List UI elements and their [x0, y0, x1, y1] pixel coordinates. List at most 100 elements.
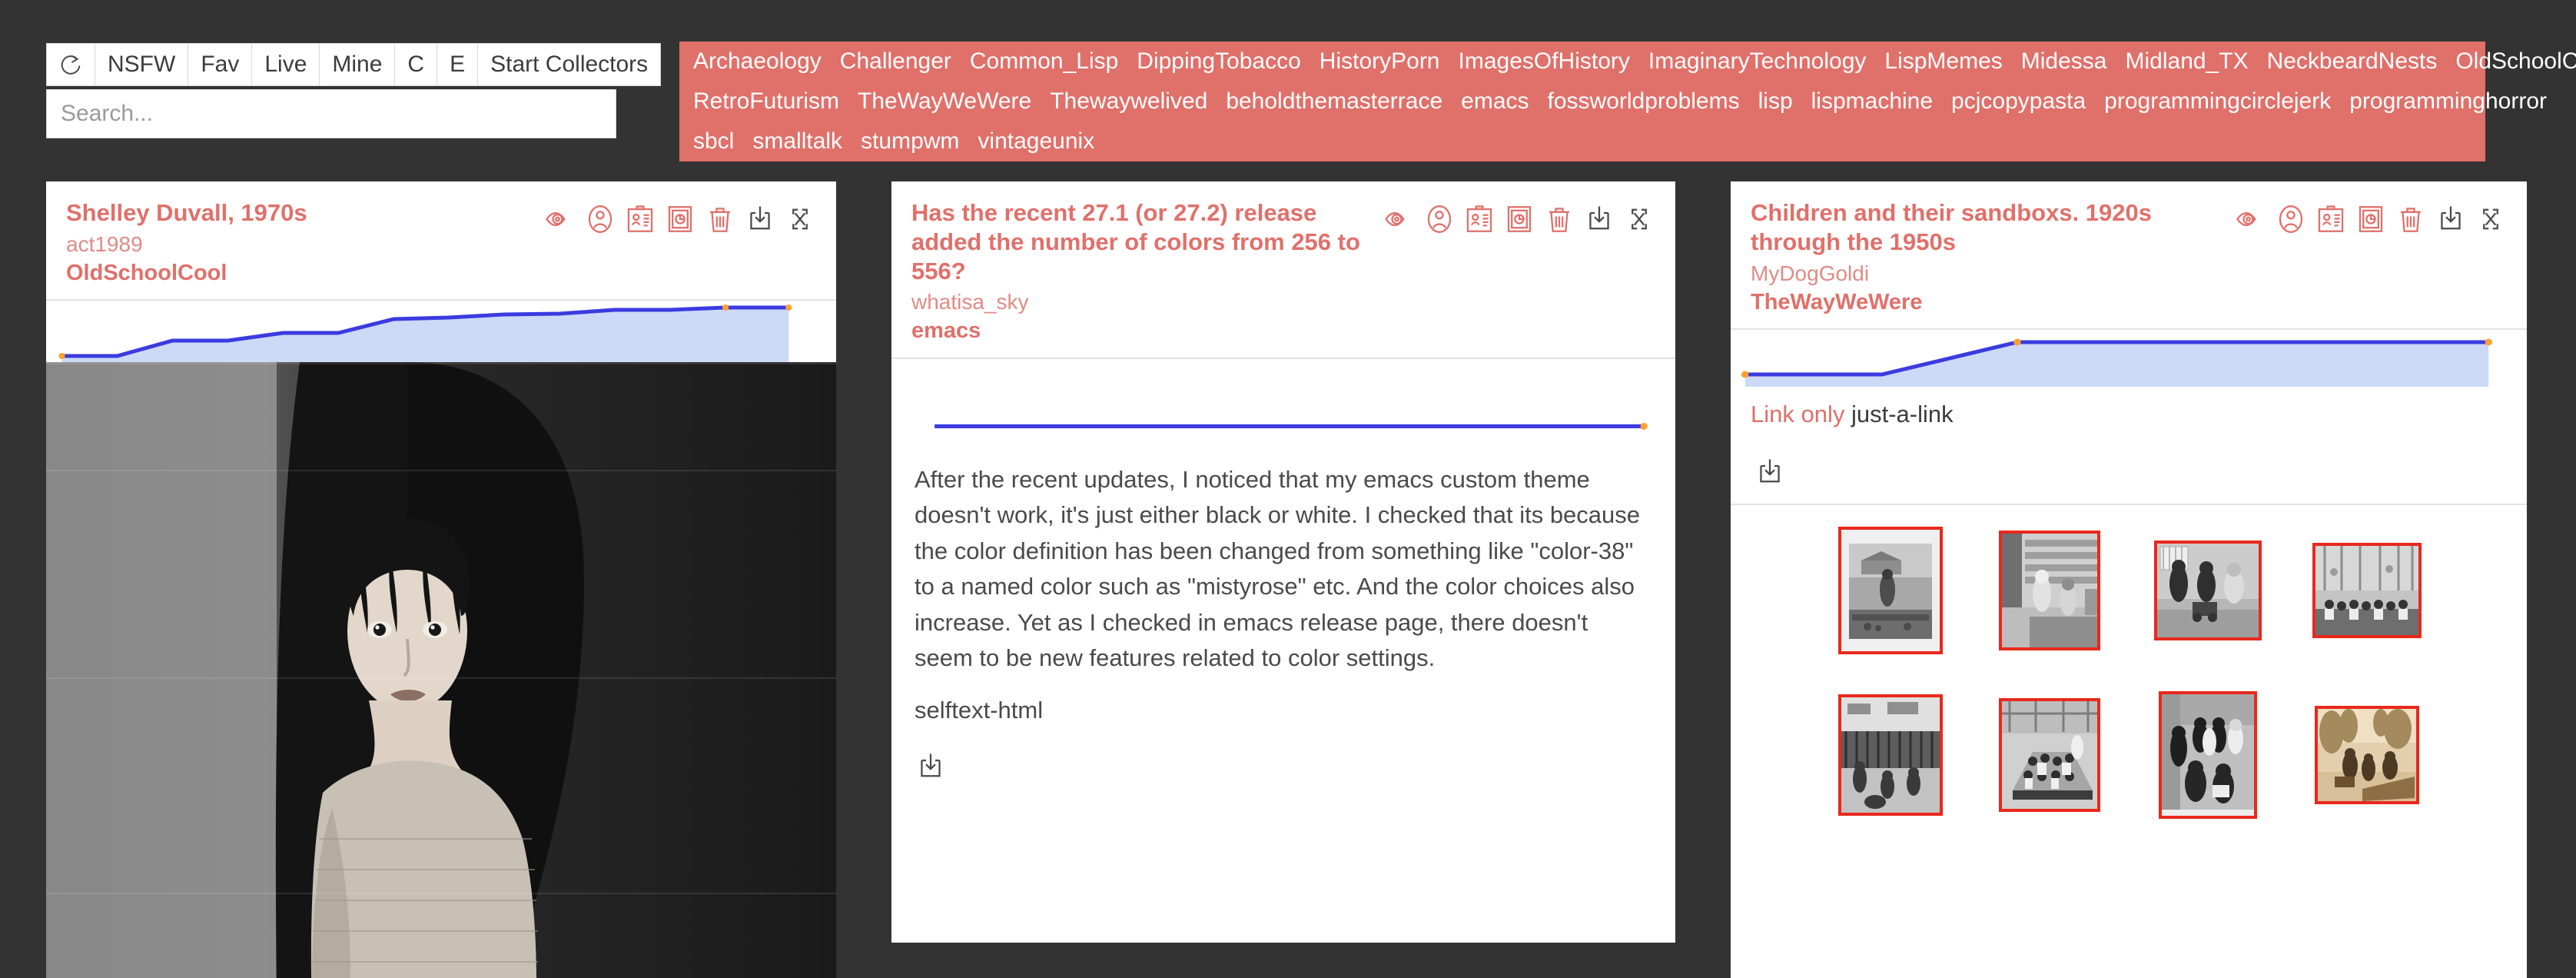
nsfw-button[interactable]: NSFW: [95, 43, 188, 86]
thumbnail-photo: [2317, 709, 2416, 802]
image-icon[interactable]: [2355, 203, 2387, 235]
download-icon[interactable]: [2435, 203, 2467, 235]
subreddit-tag[interactable]: TheWayWeWere: [848, 82, 1041, 121]
close-icon[interactable]: [1623, 203, 1655, 235]
id-card-icon[interactable]: [2315, 203, 2347, 235]
subreddit-tag[interactable]: ImagesOfHistory: [1449, 42, 1639, 82]
gallery-thumbnail[interactable]: [1838, 527, 1944, 655]
gallery-thumbnail[interactable]: [2312, 543, 2422, 639]
user-icon[interactable]: [1423, 203, 1456, 235]
download-icon[interactable]: [744, 203, 776, 235]
post-body-paragraph: After the recent updates, I noticed that…: [915, 465, 1641, 672]
card-header: Shelley Duvall, 1970s act1989 OldSchoolC…: [46, 181, 836, 299]
subreddit-tag[interactable]: emacs: [1452, 82, 1538, 121]
card-header: Has the recent 27.1 (or 27.2) release ad…: [891, 181, 1675, 358]
id-card-icon[interactable]: [1463, 203, 1495, 235]
gallery-thumbnail[interactable]: [2159, 691, 2258, 820]
search-input[interactable]: [46, 89, 616, 138]
gallery-thumbnail-grid-row1: [1731, 505, 2527, 670]
mine-button[interactable]: Mine: [319, 43, 395, 86]
gallery-thumbnail[interactable]: [1998, 531, 2100, 651]
download-icon[interactable]: [1754, 456, 1786, 488]
gallery-thumbnail[interactable]: [2314, 706, 2419, 805]
download-icon[interactable]: [1583, 203, 1615, 235]
thumbnail-photo: [2157, 544, 2259, 638]
post-card-3: Children and their sandboxs. 1920s throu…: [1731, 181, 2527, 978]
subreddit-tag[interactable]: programminghorror: [2340, 82, 2556, 121]
subreddit-tag[interactable]: Midland_TX: [2116, 42, 2258, 82]
card-header: Children and their sandboxs. 1920s throu…: [1731, 181, 2527, 328]
e-button[interactable]: E: [437, 43, 478, 86]
post-subreddit: emacs: [911, 318, 981, 344]
subreddit-tag[interactable]: Thewaywelived: [1041, 82, 1217, 121]
subreddit-tag[interactable]: Challenger: [831, 42, 961, 82]
post-title: Children and their sandboxs. 1920s throu…: [1751, 199, 2152, 255]
subreddit-tag[interactable]: fossworldproblems: [1539, 82, 1749, 121]
trash-icon[interactable]: [1543, 203, 1575, 235]
card-footer-icons: [891, 724, 1675, 798]
trash-icon[interactable]: [704, 203, 736, 235]
c-button[interactable]: C: [394, 43, 437, 86]
post-card-2: Has the recent 27.1 (or 27.2) release ad…: [891, 181, 1675, 943]
image-icon[interactable]: [664, 203, 696, 235]
download-icon[interactable]: [915, 750, 947, 783]
subreddit-tag[interactable]: sbcl: [684, 121, 743, 161]
close-icon[interactable]: [784, 203, 816, 235]
link-only-label: Link only: [1751, 400, 1845, 427]
gallery-thumbnail[interactable]: [1838, 694, 1944, 817]
post-author: whatisa_sky: [911, 290, 1029, 314]
subreddit-tag[interactable]: ImaginaryTechnology: [1639, 42, 1876, 82]
start-collectors-button[interactable]: Start Collectors: [477, 43, 662, 86]
card-footer-icons: [1731, 430, 2527, 504]
thumbnail-photo: [1841, 697, 1940, 813]
live-button[interactable]: Live: [251, 43, 320, 86]
post-author: act1989: [66, 231, 143, 256]
gallery-thumbnail-grid-row2: [1731, 670, 2527, 834]
subreddit-tag[interactable]: stumpwm: [851, 121, 968, 161]
subreddit-tag[interactable]: RetroFuturism: [684, 82, 848, 121]
trash-icon[interactable]: [2395, 203, 2427, 235]
link-only-row: Link only just-a-link: [1731, 394, 2527, 430]
user-icon[interactable]: [2275, 203, 2307, 235]
post-subreddit: OldSchoolCool: [66, 260, 227, 285]
subreddit-tag[interactable]: pcjcopypasta: [1942, 82, 2095, 121]
subreddit-tag[interactable]: beholdthemasterrace: [1217, 82, 1452, 121]
eye-icon[interactable]: [2235, 203, 2267, 235]
subreddit-tag[interactable]: DippingTobacco: [1127, 42, 1310, 82]
thumbnail-photo: [2162, 694, 2255, 817]
subreddit-tag[interactable]: Common_Lisp: [961, 42, 1127, 82]
subreddit-tag[interactable]: Archaeology: [684, 42, 831, 82]
close-icon[interactable]: [2475, 203, 2507, 235]
toolbar-button-row: NSFW Fav Live Mine C E Start Collectors: [46, 43, 662, 86]
subreddit-tag[interactable]: Midessa: [2012, 42, 2116, 82]
post-body: After the recent updates, I noticed that…: [891, 453, 1675, 677]
eye-icon[interactable]: [544, 203, 576, 235]
user-icon[interactable]: [584, 203, 616, 235]
subreddit-tag[interactable]: LispMemes: [1875, 42, 2011, 82]
thumbnail-photo: [2315, 546, 2418, 636]
score-sparkline-3: [1741, 338, 2492, 387]
id-card-icon[interactable]: [624, 203, 656, 235]
gallery-thumbnail[interactable]: [2154, 541, 2262, 641]
subreddit-tag-bar: Archaeology Challenger Common_Lisp DippingT…: [679, 42, 2576, 161]
subreddit-tag[interactable]: programmingcirclejerk: [2095, 82, 2340, 121]
subreddit-tag[interactable]: HistoryPorn: [1310, 42, 1449, 82]
thumbnail-photo: [1841, 530, 1940, 652]
subreddit-tag[interactable]: OldSchoolCool: [2446, 42, 2576, 82]
post-author: MyDogGoldi: [1751, 261, 1870, 285]
tag-row-2: RetroFuturism TheWayWeWere Thewaywelived be…: [679, 82, 2547, 121]
post-image[interactable]: [46, 362, 836, 978]
link-only-value[interactable]: just-a-link: [1851, 401, 1954, 427]
gallery-thumbnail[interactable]: [1998, 698, 2100, 813]
refresh-button[interactable]: [46, 43, 95, 86]
subreddit-tag[interactable]: vintageunix: [968, 121, 1104, 161]
refresh-icon: [61, 55, 81, 75]
subreddit-tag[interactable]: lisp: [1749, 82, 1802, 121]
subreddit-tag[interactable]: NeckbeardNests: [2258, 42, 2447, 82]
fav-button[interactable]: Fav: [188, 43, 252, 86]
post-title: Shelley Duvall, 1970s: [66, 199, 307, 226]
image-icon[interactable]: [1503, 203, 1535, 235]
subreddit-tag[interactable]: smalltalk: [743, 121, 851, 161]
subreddit-tag[interactable]: lispmachine: [1802, 82, 1942, 121]
eye-icon[interactable]: [1383, 203, 1416, 235]
